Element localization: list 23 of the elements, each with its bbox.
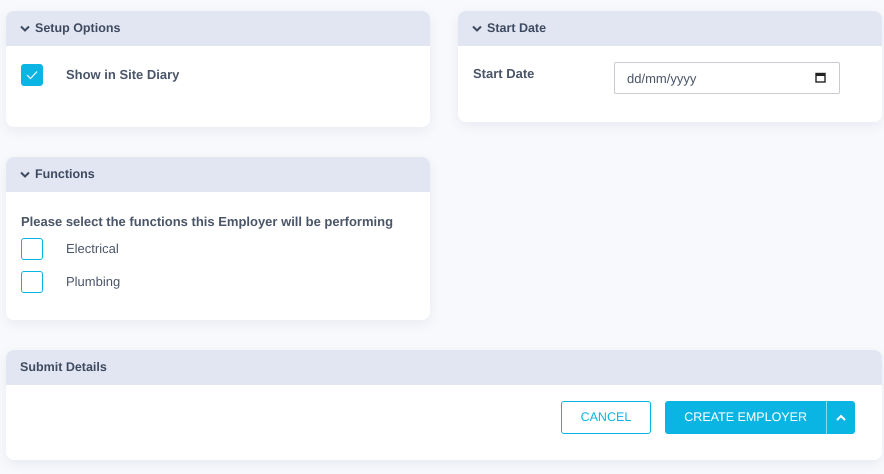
checkbox[interactable] — [21, 64, 43, 86]
chevron-down-icon — [20, 24, 30, 32]
chevron-down-icon — [20, 170, 30, 178]
date-field[interactable]: dd/mm/yyyy — [614, 62, 840, 94]
field-label: Start Date — [473, 65, 536, 84]
panel-header[interactable]: Start Date — [458, 11, 882, 46]
checkbox[interactable] — [21, 270, 43, 292]
panel-title: Functions — [35, 166, 95, 184]
dropdown-toggle[interactable] — [826, 401, 855, 434]
checkbox-label: Show in Site Diary — [66, 66, 180, 84]
caret-up-icon — [836, 414, 846, 421]
instruction-text: Please select the functions this Employer will be performing — [21, 213, 394, 231]
panel-header[interactable]: Functions — [6, 157, 430, 192]
checkbox-label: Electrical — [66, 240, 119, 258]
panel-header[interactable]: Setup Options — [6, 11, 430, 46]
chevron-down-icon — [472, 24, 482, 32]
calendar-icon[interactable] — [815, 72, 826, 83]
panel-title: Setup Options — [35, 20, 120, 38]
panel-header: Submit Details — [6, 350, 882, 385]
panel-title: Start Date — [487, 20, 546, 38]
check-icon — [26, 70, 38, 80]
checkbox-label: Plumbing — [66, 272, 120, 291]
checkbox[interactable] — [21, 238, 43, 260]
